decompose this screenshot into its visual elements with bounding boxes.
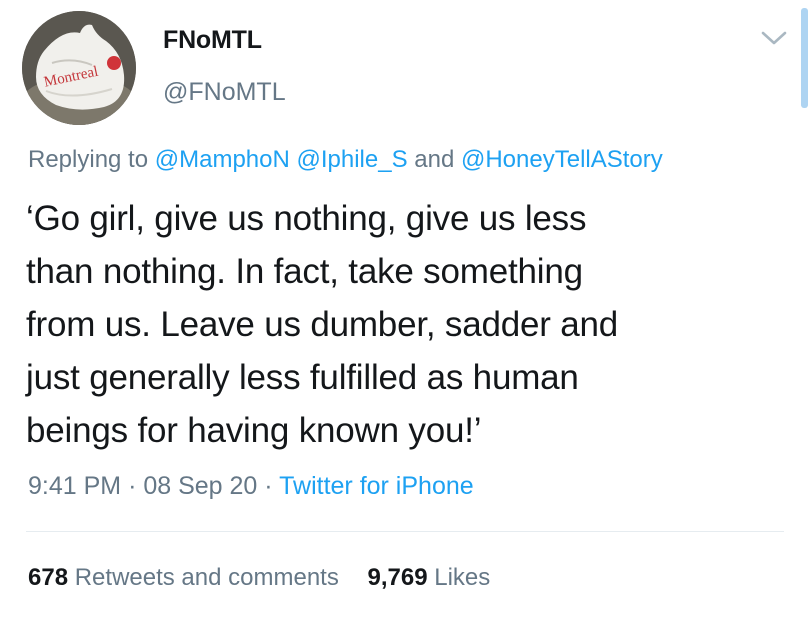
divider [26,531,784,532]
tweet-date[interactable]: 08 Sep 20 [143,472,257,500]
tweet-text-line: ‘Go girl, give us nothing, give us less [26,199,587,238]
tweet-card: Montreal FNoMTL @FNoMTL Replying to @Mam… [0,0,810,621]
tweet-text-line: from us. Leave us dumber, sadder and [26,305,619,344]
tweet-source-link[interactable]: Twitter for iPhone [279,472,474,500]
likes-label: Likes [434,564,491,591]
avatar-image: Montreal [22,11,136,125]
retweets-label: Retweets and comments [74,564,339,591]
reply-joiner: and [414,146,455,173]
scrollbar[interactable] [801,8,808,108]
user-handle[interactable]: @FNoMTL [163,78,286,107]
meta-separator: · [264,472,273,500]
tweet-text-line: just generally less fulfilled as human [26,358,579,397]
retweets-stat[interactable]: 678 Retweets and comments [28,564,339,592]
tweet-text-line: beings for having known you!’ [26,411,482,450]
likes-count: 9,769 [367,564,428,591]
tweet-meta: 9:41 PM · 08 Sep 20 · Twitter for iPhone [28,472,474,501]
tweet-text: ‘Go girl, give us nothing, give us less … [26,192,796,457]
mention-link[interactable]: @MamphoN [155,146,290,173]
reply-prefix: Replying to [28,146,149,173]
retweets-count: 678 [28,564,69,591]
tweet-time[interactable]: 9:41 PM [28,472,121,500]
likes-stat[interactable]: 9,769 Likes [368,564,491,592]
mention-link[interactable]: @Iphile_S [297,146,408,173]
avatar[interactable]: Montreal [22,11,136,125]
tweet-stats: 678 Retweets and comments 9,769 Likes [28,564,490,592]
mention-link[interactable]: @HoneyTellAStory [461,146,663,173]
reply-context: Replying to @MamphoN @Iphile_S and @Hone… [28,146,663,174]
display-name[interactable]: FNoMTL [163,26,262,55]
tweet-text-line: than nothing. In fact, take something [26,252,583,291]
meta-separator: · [128,472,137,500]
chevron-down-icon[interactable] [760,28,788,48]
